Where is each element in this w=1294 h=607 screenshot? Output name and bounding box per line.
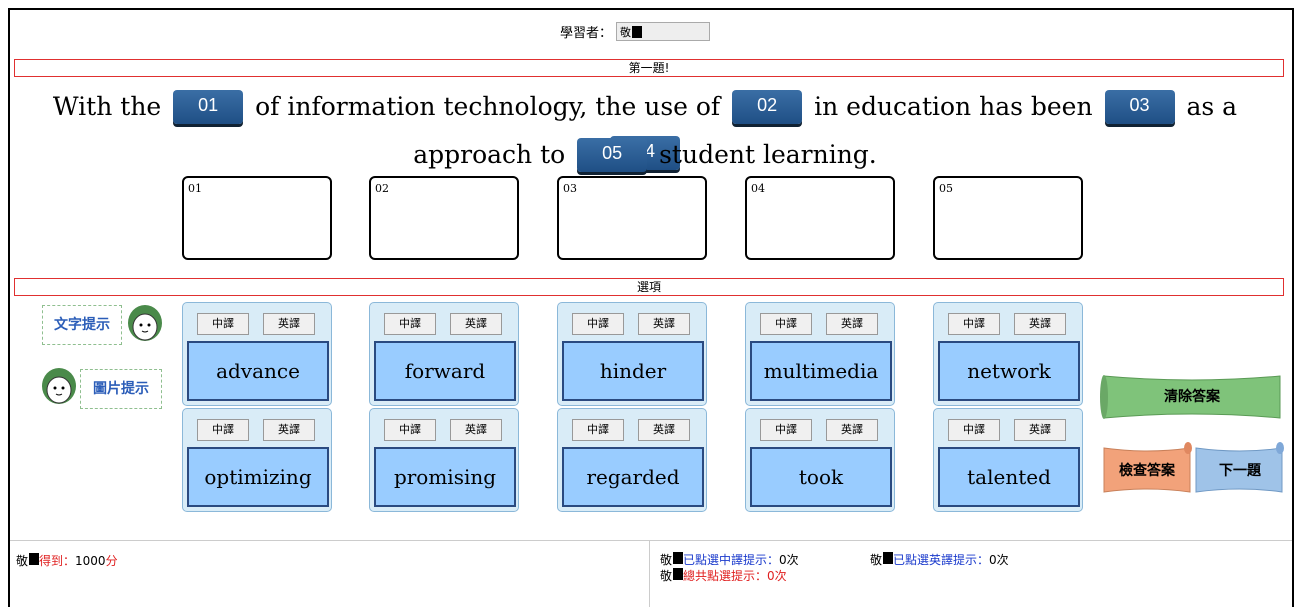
option-card: 中譯 英譯 took	[745, 408, 895, 512]
option-card: 中譯 英譯 network	[933, 302, 1083, 406]
mascot-icon	[42, 368, 76, 404]
chinese-translation-button[interactable]: 中譯	[384, 419, 436, 441]
option-card: 中譯 英譯 hinder	[557, 302, 707, 406]
english-translation-button[interactable]: 英譯	[263, 419, 315, 441]
option-card: 中譯 英譯 multimedia	[745, 302, 895, 406]
blank-slot-05[interactable]: 05	[577, 138, 648, 172]
english-translation-button[interactable]: 英譯	[1014, 313, 1066, 335]
english-translation-button[interactable]: 英譯	[638, 419, 690, 441]
question-sentence: With the 01 of information technology, t…	[20, 84, 1270, 184]
option-word[interactable]: regarded	[562, 447, 704, 507]
total-hint-count: 敬總共點選提示：0次	[660, 568, 787, 583]
next-question-button[interactable]: 下一題	[1194, 440, 1286, 496]
option-word[interactable]: advance	[187, 341, 329, 401]
blank-slot-03[interactable]: 03	[1104, 90, 1175, 124]
redacted-mark	[29, 553, 40, 565]
redacted-mark	[673, 552, 684, 564]
check-answer-button[interactable]: 檢查答案	[1100, 440, 1194, 496]
option-word[interactable]: forward	[374, 341, 516, 401]
en-hint-count: 敬已點選英譯提示：0次	[870, 552, 1009, 567]
option-word[interactable]: network	[938, 341, 1080, 401]
option-card: 中譯 英譯 advance	[182, 302, 332, 406]
option-card: 中譯 英譯 forward	[369, 302, 519, 406]
chinese-translation-button[interactable]: 中譯	[760, 419, 812, 441]
chinese-translation-button[interactable]: 中譯	[948, 313, 1000, 335]
option-word[interactable]: multimedia	[750, 341, 892, 401]
option-word[interactable]: took	[750, 447, 892, 507]
english-translation-button[interactable]: 英譯	[638, 313, 690, 335]
clear-answer-button[interactable]: 清除答案	[1098, 370, 1286, 424]
chinese-translation-button[interactable]: 中譯	[948, 419, 1000, 441]
footer-divider	[10, 540, 1292, 541]
chinese-translation-button[interactable]: 中譯	[760, 313, 812, 335]
option-card: 中譯 英譯 promising	[369, 408, 519, 512]
footer-column-divider	[649, 541, 650, 607]
learner-label: 學習者：	[560, 26, 613, 41]
option-word[interactable]: talented	[938, 447, 1080, 507]
blank-slot-01[interactable]: 01	[173, 90, 244, 124]
sentence-fragment: as a	[1186, 92, 1238, 121]
sentence-fragment: approach to	[413, 140, 566, 169]
redacted-mark	[673, 568, 684, 580]
zh-hint-count: 敬已點選中譯提示：0次	[660, 552, 799, 567]
option-word[interactable]: promising	[374, 447, 516, 507]
option-card: 中譯 英譯 optimizing	[182, 408, 332, 512]
image-hint-button[interactable]: 圖片提示	[80, 369, 162, 409]
sentence-fragment: in education has been	[814, 92, 1093, 121]
english-translation-button[interactable]: 英譯	[263, 313, 315, 335]
sentence-fragment: student learning.	[659, 140, 877, 169]
redacted-mark	[883, 552, 894, 564]
text-hint-button[interactable]: 文字提示	[42, 305, 122, 345]
score-display: 敬得到：1000分	[16, 553, 118, 568]
redacted-mark	[632, 25, 643, 38]
blank-slot-02[interactable]: 02	[732, 90, 803, 124]
english-translation-button[interactable]: 英譯	[826, 313, 878, 335]
answer-box-04[interactable]: 04	[745, 176, 895, 260]
option-word[interactable]: hinder	[562, 341, 704, 401]
chinese-translation-button[interactable]: 中譯	[197, 313, 249, 335]
english-translation-button[interactable]: 英譯	[450, 419, 502, 441]
answer-box-01[interactable]: 01	[182, 176, 332, 260]
answer-box-05[interactable]: 05	[933, 176, 1083, 260]
answer-box-02[interactable]: 02	[369, 176, 519, 260]
mascot-icon	[128, 305, 162, 341]
english-translation-button[interactable]: 英譯	[450, 313, 502, 335]
answer-box-03[interactable]: 03	[557, 176, 707, 260]
question-title: 第一題!	[628, 61, 670, 75]
sentence-fragment: With the	[52, 92, 162, 121]
chinese-translation-button[interactable]: 中譯	[197, 419, 249, 441]
option-card: 中譯 英譯 talented	[933, 408, 1083, 512]
option-card: 中譯 英譯 regarded	[557, 408, 707, 512]
english-translation-button[interactable]: 英譯	[826, 419, 878, 441]
chinese-translation-button[interactable]: 中譯	[384, 313, 436, 335]
option-word[interactable]: optimizing	[187, 447, 329, 507]
learner-header: 學習者： 敬	[560, 22, 711, 41]
options-title: 選項	[636, 280, 661, 294]
chinese-translation-button[interactable]: 中譯	[572, 419, 624, 441]
question-title-bar: 第一題!	[14, 59, 1284, 77]
english-translation-button[interactable]: 英譯	[1014, 419, 1066, 441]
chinese-translation-button[interactable]: 中譯	[572, 313, 624, 335]
options-title-bar: 選項	[14, 278, 1284, 296]
sentence-fragment: of information technology, the use of	[255, 92, 721, 121]
learner-name-field: 敬	[616, 22, 711, 41]
